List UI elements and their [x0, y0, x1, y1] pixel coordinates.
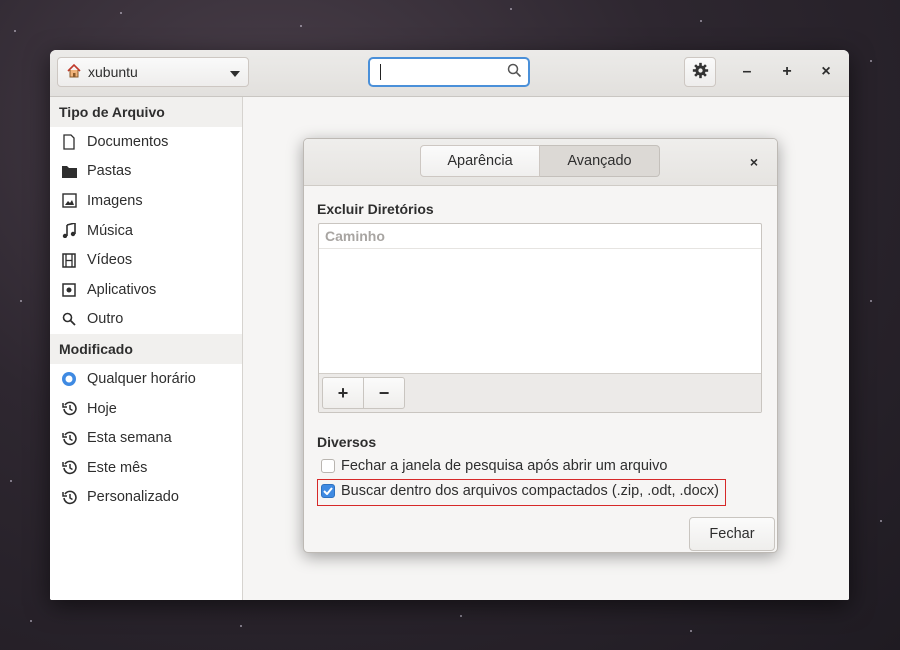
- music-icon: [61, 223, 77, 239]
- sidebar-item-label: Este mês: [87, 459, 148, 476]
- maximize-button[interactable]: +: [777, 62, 797, 82]
- search-icon: [507, 63, 522, 81]
- search-icon: [61, 311, 77, 327]
- sidebar-item-music[interactable]: Música: [50, 216, 242, 246]
- option-label: Fechar a janela de pesquisa após abrir u…: [341, 458, 668, 474]
- minimize-button[interactable]: –: [737, 62, 757, 82]
- list-toolbar: + −: [319, 373, 761, 412]
- application-icon: [61, 282, 77, 298]
- remove-directory-button[interactable]: −: [363, 377, 405, 409]
- sidebar-item-other[interactable]: Outro: [50, 305, 242, 335]
- sidebar-item-this-month[interactable]: Este mês: [50, 453, 242, 483]
- search-input[interactable]: [381, 63, 507, 81]
- gear-icon: [692, 62, 709, 82]
- sidebar-item-label: Outro: [87, 311, 124, 328]
- tab-appearance[interactable]: Aparência: [420, 145, 540, 177]
- sidebar-item-documents[interactable]: Documentos: [50, 127, 242, 157]
- sidebar-item-any-time[interactable]: Qualquer horário: [50, 364, 242, 394]
- close-icon[interactable]: ×: [745, 153, 763, 171]
- settings-button[interactable]: [684, 57, 716, 87]
- sidebar-item-label: Personalizado: [87, 489, 179, 506]
- sidebar-item-applications[interactable]: Aplicativos: [50, 275, 242, 305]
- search-compressed-option[interactable]: Buscar dentro dos arquivos compactados (…: [321, 483, 719, 499]
- image-icon: [61, 193, 77, 209]
- add-directory-button[interactable]: +: [322, 377, 364, 409]
- tab-advanced[interactable]: Avançado: [540, 145, 660, 177]
- sidebar-item-label: Imagens: [87, 192, 143, 209]
- sidebar-item-label: Pastas: [87, 163, 132, 180]
- history-icon: [61, 430, 77, 446]
- sidebar-item-images[interactable]: Imagens: [50, 186, 242, 216]
- sidebar-item-label: Vídeos: [87, 252, 133, 269]
- search-input-container[interactable]: [368, 57, 530, 87]
- location-dropdown[interactable]: xubuntu: [57, 57, 249, 87]
- close-after-open-checkbox[interactable]: [321, 459, 335, 473]
- checkmark-icon: [323, 487, 333, 495]
- folder-icon: [61, 163, 77, 179]
- file-type-title: Tipo de Arquivo: [50, 97, 242, 127]
- sidebar-item-label: Hoje: [87, 400, 117, 417]
- close-after-open-option[interactable]: Fechar a janela de pesquisa após abrir u…: [321, 458, 667, 474]
- sidebar-item-label: Documentos: [87, 133, 169, 150]
- sidebar-item-folders[interactable]: Pastas: [50, 157, 242, 187]
- home-icon: [66, 63, 82, 82]
- option-label: Buscar dentro dos arquivos compactados (…: [341, 483, 719, 499]
- close-window-button[interactable]: ×: [816, 62, 836, 82]
- history-icon: [61, 489, 77, 505]
- misc-title: Diversos: [317, 434, 377, 450]
- dialog-header: Aparência Avançado ×: [304, 139, 777, 186]
- close-button[interactable]: Fechar: [689, 517, 775, 551]
- sidebar: Tipo de Arquivo Documentos Pastas Imagen…: [50, 97, 243, 600]
- chevron-down-icon: [230, 64, 240, 80]
- dialog-tabs: Aparência Avançado: [420, 145, 660, 177]
- header-bar: xubuntu – + ×: [50, 50, 849, 97]
- preferences-dialog: Aparência Avançado × Excluir Diretórios …: [303, 138, 778, 553]
- document-icon: [61, 134, 77, 150]
- exclude-directories-title: Excluir Diretórios: [317, 201, 434, 217]
- location-label: xubuntu: [88, 64, 138, 80]
- modified-title: Modificado: [50, 334, 242, 365]
- sidebar-item-today[interactable]: Hoje: [50, 394, 242, 424]
- video-icon: [61, 252, 77, 268]
- sidebar-item-label: Esta semana: [87, 430, 172, 447]
- column-header-path[interactable]: Caminho: [319, 224, 761, 249]
- history-icon: [61, 460, 77, 476]
- sidebar-item-this-week[interactable]: Esta semana: [50, 423, 242, 453]
- excluded-directories-list[interactable]: Caminho + −: [318, 223, 762, 413]
- sidebar-item-label: Aplicativos: [87, 281, 157, 298]
- search-compressed-checkbox[interactable]: [321, 484, 335, 498]
- sidebar-item-label: Música: [87, 222, 133, 239]
- sidebar-item-custom[interactable]: Personalizado: [50, 483, 242, 513]
- history-icon: [61, 401, 77, 417]
- sidebar-item-label: Qualquer horário: [87, 370, 196, 387]
- radio-selected-icon: [61, 371, 77, 387]
- sidebar-item-videos[interactable]: Vídeos: [50, 245, 242, 275]
